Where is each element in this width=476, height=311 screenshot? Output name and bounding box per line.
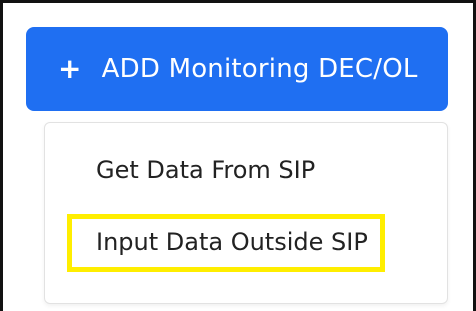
- dropdown-menu: [44, 122, 448, 304]
- plus-icon: +: [58, 52, 82, 85]
- menu-item-get-data-from-sip[interactable]: Get Data From SIP: [96, 158, 315, 182]
- add-monitoring-button-label: ADD Monitoring DEC/OL: [101, 54, 418, 84]
- menu-item-input-data-outside-sip[interactable]: Input Data Outside SIP: [96, 230, 368, 254]
- add-monitoring-button[interactable]: + ADD Monitoring DEC/OL: [26, 27, 448, 111]
